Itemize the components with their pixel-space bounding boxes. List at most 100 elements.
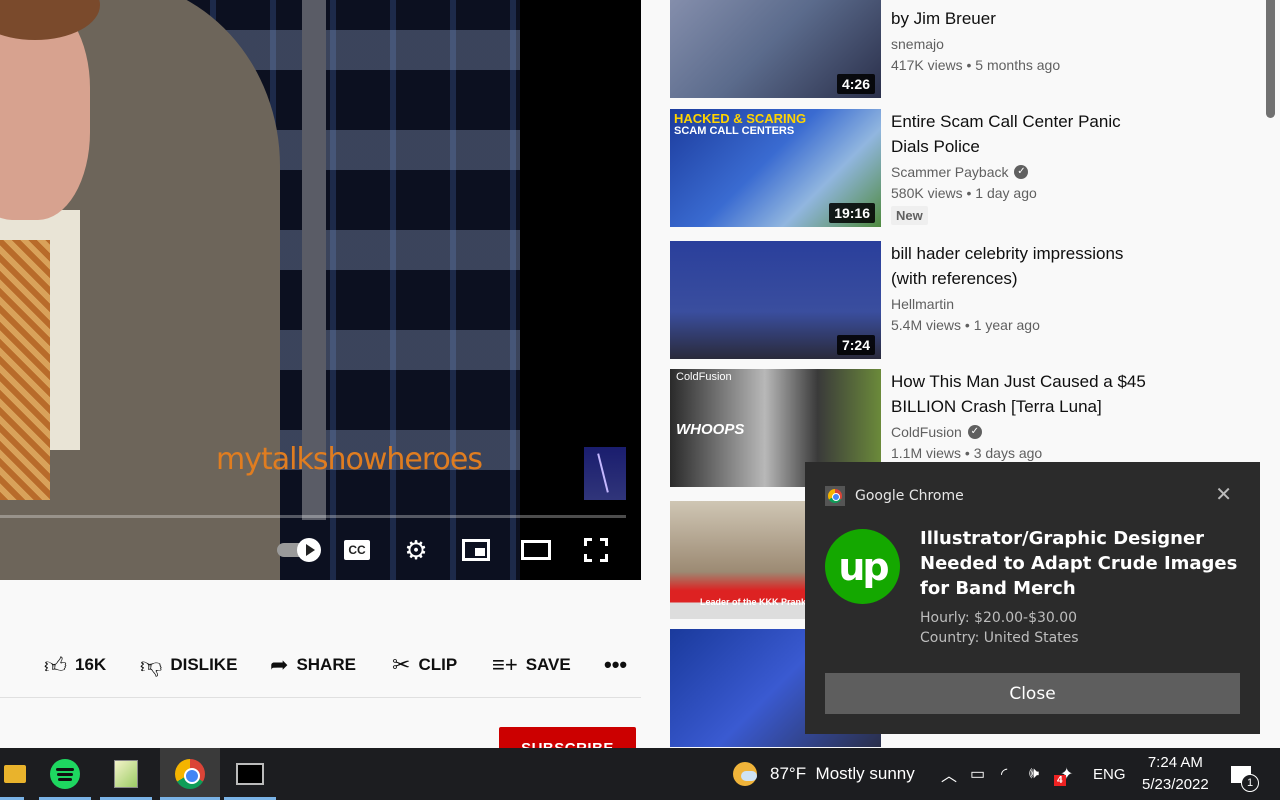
- clip-button[interactable]: ✂ CLIP: [392, 645, 457, 685]
- spotify-icon: [50, 759, 80, 789]
- video-thumbnail[interactable]: 7:24: [670, 241, 881, 359]
- dropbox-tray[interactable]: ✦ 4: [1054, 748, 1073, 800]
- playlist-add-icon: ≡+: [492, 652, 518, 677]
- upload-age: 5 months ago: [975, 57, 1061, 73]
- upload-age: 1 year ago: [973, 317, 1040, 333]
- miniplayer-button[interactable]: [458, 530, 494, 570]
- clock[interactable]: 7:24 AM 5/23/2022: [1142, 748, 1209, 800]
- like-button[interactable]: 👍︎ 16K: [44, 645, 106, 685]
- recommended-video[interactable]: 7:24 bill hader celebrity impressions (w…: [670, 241, 1150, 359]
- save-button[interactable]: ≡+ SAVE: [492, 645, 571, 685]
- recommended-video[interactable]: 4:26 by Jim Breuer snemajo 417K views • …: [670, 0, 1150, 98]
- duration-badge: 4:26: [836, 74, 875, 94]
- thumbnail-caption: SCAM CALL CENTERS: [674, 125, 795, 137]
- video-title[interactable]: bill hader celebrity impressions (with r…: [891, 241, 1161, 291]
- close-icon[interactable]: ✕: [1215, 482, 1232, 506]
- gear-icon: ⚙: [404, 534, 428, 565]
- chrome-icon: [175, 759, 205, 789]
- notepad-plus-plus-icon: [114, 760, 138, 788]
- notification-title: Illustrator/Graphic Designer Needed to A…: [920, 528, 1238, 599]
- thumbnail-caption: ColdFusion: [676, 371, 732, 383]
- thumbs-up-icon: 👍︎: [44, 652, 67, 678]
- dropbox-badge: 4: [1054, 775, 1066, 786]
- duration-badge: 7:24: [836, 335, 875, 355]
- more-actions-button[interactable]: •••: [604, 645, 627, 685]
- channel-name[interactable]: snemajo: [891, 34, 944, 54]
- fullscreen-button[interactable]: [578, 530, 614, 570]
- chrome-notification-toast[interactable]: Google Chrome ✕ up Illustrator/Graphic D…: [805, 462, 1260, 734]
- battery-status[interactable]: ▭: [970, 748, 985, 800]
- theater-icon: [521, 540, 551, 560]
- partly-sunny-icon: [733, 762, 757, 786]
- dislike-button[interactable]: 👎︎ DISLIKE: [140, 645, 237, 685]
- video-thumbnail[interactable]: HACKED & SCARING SCAM CALL CENTERS 19:16: [670, 109, 881, 227]
- duration-badge: 19:16: [829, 203, 875, 223]
- battery-charging-icon: ▭: [970, 766, 986, 783]
- channel-name[interactable]: ColdFusion: [891, 422, 962, 442]
- terminal-icon: [236, 763, 264, 785]
- taskbar-notepad-plus-plus[interactable]: [96, 748, 156, 800]
- channel-name[interactable]: Scammer Payback: [891, 162, 1008, 182]
- save-label: SAVE: [525, 655, 571, 674]
- autoplay-toggle[interactable]: [270, 530, 321, 570]
- weather-text[interactable]: 87°F Mostly sunny: [770, 748, 915, 800]
- volume-control[interactable]: 🕪︎: [1029, 748, 1039, 800]
- view-count: 417K views: [891, 57, 963, 73]
- verified-check-icon: ✓: [1014, 165, 1029, 179]
- notification-count: 1: [1241, 773, 1259, 792]
- action-center-button[interactable]: 1: [1226, 748, 1259, 800]
- verified-check-icon: ✓: [967, 425, 982, 439]
- miniplayer-icon: [462, 539, 490, 561]
- thumbnail-caption: Leader of the KKK Pranked: [700, 597, 817, 607]
- show-hidden-icons-button[interactable]: ︿: [941, 748, 957, 800]
- share-button[interactable]: ➦ SHARE: [270, 645, 356, 685]
- clip-label: CLIP: [418, 655, 458, 674]
- notification-country: Country: United States: [920, 630, 1079, 646]
- dislike-label: DISLIKE: [170, 655, 238, 674]
- clock-time: 7:24 AM: [1147, 754, 1203, 771]
- weather-temperature: 87°F: [770, 764, 807, 783]
- channel-watermark-icon[interactable]: [584, 447, 626, 500]
- theater-mode-button[interactable]: [518, 530, 554, 570]
- clock-date: 5/23/2022: [1142, 776, 1209, 793]
- scissors-icon: ✂: [392, 652, 411, 677]
- thumbs-down-icon: 👎︎: [140, 652, 163, 678]
- weather-widget[interactable]: [733, 748, 759, 800]
- video-title[interactable]: by Jim Breuer: [891, 6, 1161, 31]
- view-count: 5.4M views: [891, 317, 962, 333]
- wifi-icon: ◜: [1001, 766, 1008, 783]
- upload-age: 1 day ago: [975, 185, 1037, 201]
- notification-rate: Hourly: $20.00-$30.00: [920, 610, 1078, 626]
- share-arrow-icon: ➦: [270, 652, 289, 677]
- video-player[interactable]: mytalkshowheroes CC ⚙: [0, 0, 641, 580]
- captions-button[interactable]: CC: [340, 530, 374, 570]
- recommended-video[interactable]: HACKED & SCARING SCAM CALL CENTERS 19:16…: [670, 109, 1150, 227]
- taskbar-chrome[interactable]: [160, 748, 220, 800]
- weather-description: Mostly sunny: [815, 764, 915, 783]
- channel-name[interactable]: Hellmartin: [891, 294, 954, 314]
- cc-icon: CC: [344, 540, 370, 560]
- language-indicator[interactable]: ENG: [1093, 748, 1126, 800]
- video-title[interactable]: How This Man Just Caused a $45 BILLION C…: [891, 369, 1161, 419]
- share-label: SHARE: [296, 655, 356, 674]
- new-badge: New: [891, 206, 928, 225]
- taskbar-file-explorer[interactable]: [0, 748, 30, 800]
- video-title[interactable]: Entire Scam Call Center Panic Dials Poli…: [891, 109, 1161, 159]
- progress-bar[interactable]: [0, 515, 626, 518]
- thumbnail-caption: WHOOPS: [676, 421, 745, 438]
- folder-icon: [4, 765, 26, 783]
- view-count: 1.1M views: [891, 445, 962, 461]
- play-icon: [297, 538, 321, 562]
- taskbar-spotify[interactable]: [35, 748, 95, 800]
- like-count: 16K: [75, 655, 107, 674]
- video-actions: 👍︎ 16K 👎︎ DISLIKE ➦ SHARE ✂ CLIP ≡+ SAVE…: [0, 645, 641, 685]
- video-frame: [0, 0, 520, 580]
- video-thumbnail[interactable]: 4:26: [670, 0, 881, 98]
- taskbar-command-prompt[interactable]: [220, 748, 280, 800]
- notification-close-button[interactable]: Close: [825, 673, 1240, 714]
- settings-button[interactable]: ⚙: [398, 530, 434, 570]
- thumbnail-caption: HACKED & SCARING: [674, 111, 807, 126]
- network-status[interactable]: ◜: [1001, 748, 1007, 800]
- page-scrollbar[interactable]: [1266, 0, 1275, 118]
- windows-taskbar: 87°F Mostly sunny ︿ ▭ ◜ 🕪︎ ✦ 4 ENG 7:24 A…: [0, 748, 1280, 800]
